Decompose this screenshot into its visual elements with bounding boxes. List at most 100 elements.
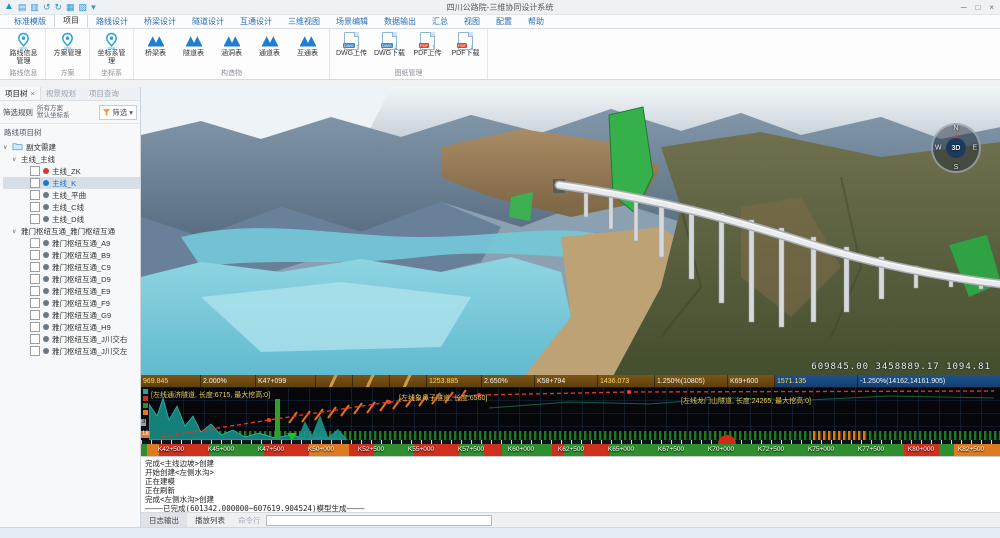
tree-item[interactable]: 雅门枢纽互通_C9 [3,261,140,273]
redo-icon[interactable]: ↻ [54,3,62,12]
tree-item-checkbox[interactable] [30,346,40,356]
tree-item[interactable]: 雅门枢纽互通_E9 [3,285,140,297]
menu-tab[interactable]: 隧道设计 [184,15,232,28]
log-tab[interactable]: 日志输出 [141,513,187,527]
station-label: K77+500 [858,446,884,453]
route-info-manage-button[interactable]: 路线信息管理 [7,31,40,66]
tunnel-label: [左线龙门山隧道, 长度:24265, 最大挖高:0] [681,396,811,406]
menu-tab[interactable]: 三维视图 [280,15,328,28]
tree-item[interactable]: 雅门枢纽互通_D9 [3,273,140,285]
tree-item[interactable]: 主线_K [3,177,140,189]
profile-chart[interactable]: 3 18 [左线通济隧道, 长度:6715, 最大挖高:0][左线象鼻子隧道, … [141,387,1000,440]
log-tab[interactable]: 播放列表 [187,513,233,527]
tree-title: 路线项目树 [0,124,140,140]
tree-item-checkbox[interactable] [30,262,40,272]
menu-tab[interactable]: 场景编辑 [328,15,376,28]
maximize-button[interactable]: □ [975,3,980,12]
structure-table-button[interactable]: 互通表 [291,31,324,58]
structure-table-button[interactable]: 通道表 [253,31,286,58]
compass[interactable]: N E S W 3D [931,123,981,173]
station-label: K57+500 [458,446,484,453]
tree-group[interactable]: ∨ 雅门枢纽互通_雅门枢纽互通 [3,225,140,237]
menu-tab[interactable]: 数据输出 [376,15,424,28]
chevron-down-icon[interactable]: ∨ [3,144,9,151]
coordsys-manage-button[interactable]: 坐标系管理 [95,31,128,66]
structure-table-button[interactable]: 涵洞表 [215,31,248,58]
tree-item-checkbox[interactable] [30,286,40,296]
menu-tab[interactable]: 互通设计 [232,15,280,28]
menu-tab[interactable]: 项目 [54,13,88,28]
chevron-down-icon[interactable]: ∨ [12,228,18,235]
tree-item[interactable]: 雅门枢纽互通_J川交右 [3,333,140,345]
quick-access-dropdown[interactable]: ▾ [91,3,96,12]
status-bar [0,527,1000,538]
log-output[interactable]: 完成<主线边坡>创建开始创建<左侧水沟>正在建模正在刷新完成<左侧水沟>创建——… [141,456,1000,512]
tree-item-checkbox[interactable] [30,250,40,260]
tree-item-checkbox[interactable] [30,274,40,284]
tree-item-checkbox[interactable] [30,202,40,212]
tree-item-checkbox[interactable] [30,190,40,200]
station-label: K72+500 [758,446,784,453]
tree-group[interactable]: ∨ 主线_主线 [3,153,140,165]
new-file-icon[interactable]: ▤ [18,3,27,12]
command-input[interactable] [266,515,492,526]
sidebar-tab[interactable]: 项目树× [0,87,41,100]
menu-tab[interactable]: 配置 [488,15,520,28]
tree-item-checkbox[interactable] [30,166,40,176]
grade-cell: 1.250%(10805) [655,375,728,387]
close-icon[interactable]: × [31,89,35,98]
tree-item[interactable]: 雅门枢纽互通_F9 [3,297,140,309]
sidebar-tab[interactable]: 视景规划 [41,87,84,100]
station-label: K47+500 [258,446,284,453]
tree-item[interactable]: 主线_C线 [3,201,140,213]
compass-3d-badge[interactable]: 3D [946,138,966,158]
minimize-button[interactable]: ─ [961,3,967,12]
menu-tab[interactable]: 标准模版 [6,15,54,28]
tree-item-checkbox[interactable] [30,334,40,344]
tree-item-checkbox[interactable] [30,322,40,332]
drawing-transfer-button[interactable]: PDF ↓ PDF下载 [449,31,482,58]
station-label: K70+000 [708,446,734,453]
tree-root[interactable]: ∨ 副文需建 [3,141,140,153]
tree-item[interactable]: 主线_ZK [3,165,140,177]
layer-color-dot [43,312,49,318]
menu-tab[interactable]: 视图 [456,15,488,28]
menu-tab[interactable]: 汇总 [424,15,456,28]
band-segment [484,444,502,456]
structure-table-button[interactable]: 隧道表 [177,31,210,58]
undo-icon[interactable]: ↺ [43,3,51,12]
chevron-down-icon[interactable]: ∨ [12,156,18,163]
layout-icon[interactable]: ▦ [66,3,75,12]
3d-viewport[interactable]: N E S W 3D 609845.00 3458889.17 1094.81 [141,87,1000,375]
scheme-manage-button[interactable]: 方案管理 [51,31,84,58]
open-file-icon[interactable]: ▥ [30,3,39,12]
tree-item-checkbox[interactable] [30,238,40,248]
tree-item[interactable]: 雅门枢纽互通_J川交左 [3,345,140,357]
location-pin-icon [104,31,119,50]
drawing-transfer-button[interactable]: DWG ↓ DWG下载 [373,31,406,58]
tree-item-checkbox[interactable] [30,214,40,224]
drawing-transfer-button[interactable]: DWG ↑ DWG上传 [335,31,368,58]
tree-item[interactable]: 雅门枢纽互通_B9 [3,249,140,261]
layer-color-dot [43,336,49,342]
close-button[interactable]: × [989,3,994,12]
tree-item-checkbox[interactable] [30,310,40,320]
tree-item[interactable]: 主线_D线 [3,213,140,225]
structure-table-button[interactable]: 桥梁表 [139,31,172,58]
menu-tab[interactable]: 帮助 [520,15,552,28]
tree-item[interactable]: 雅门枢纽互通_H9 [3,321,140,333]
menu-tab[interactable]: 桥梁设计 [136,15,184,28]
station-band[interactable]: K42+500K45+000K47+500K50+000K52+500K55+0… [141,444,1000,456]
sidebar-tab[interactable]: 项目查询 [84,87,127,100]
menu-tab[interactable]: 路线设计 [88,15,136,28]
tree-item-checkbox[interactable] [30,298,40,308]
drawing-transfer-button[interactable]: PDF ↑ PDF上传 [411,31,444,58]
list-icon[interactable]: ▧ [79,3,88,12]
tree-item[interactable]: 雅门枢纽互通_G9 [3,309,140,321]
tree-item[interactable]: 主线_平曲 [3,189,140,201]
tree-item[interactable]: 雅门枢纽互通_A9 [3,237,140,249]
profile-panel[interactable]: 969.8452.000%K47+0991253.8852.650%K58+79… [141,375,1000,456]
tree-item-checkbox[interactable] [30,178,40,188]
grade-cell [390,375,427,387]
filter-button[interactable]: 筛选 ▾ [99,105,137,120]
